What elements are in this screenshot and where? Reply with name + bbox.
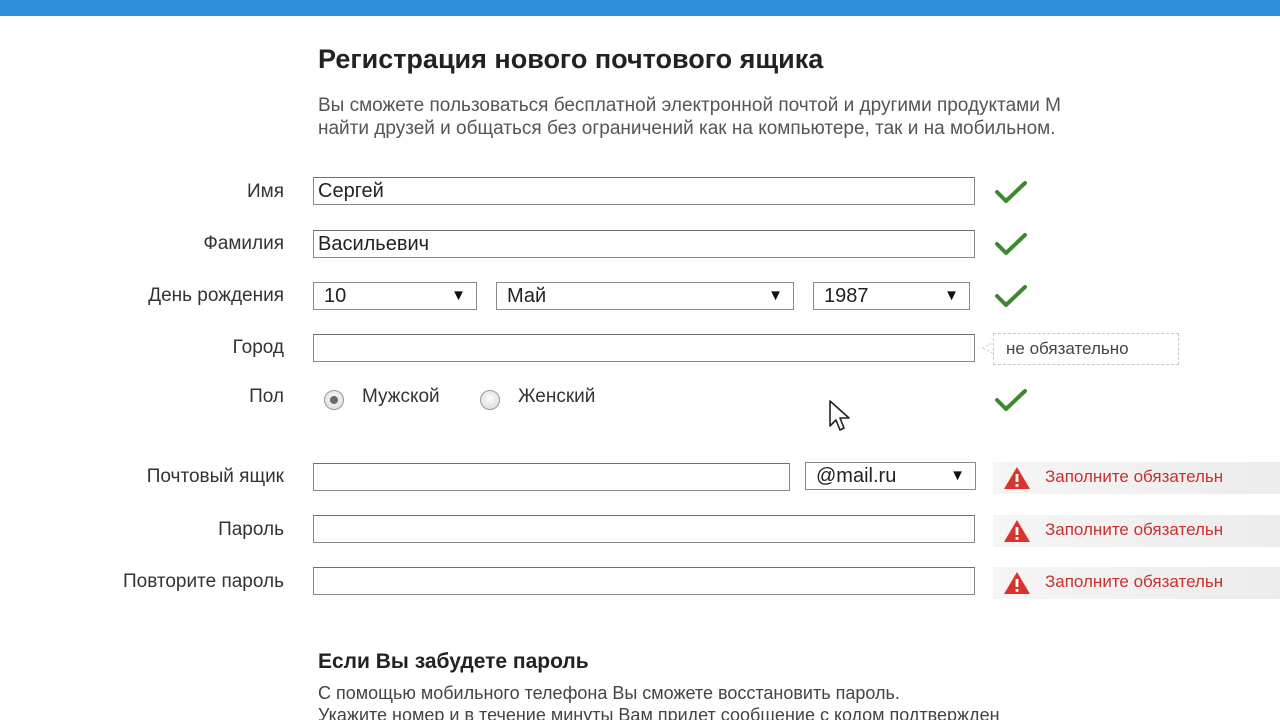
mouse-cursor-icon (829, 400, 850, 431)
password-input[interactable] (313, 515, 975, 543)
recovery-text-line-2: Укажите номер и в течение минуты Вам при… (318, 705, 1000, 720)
mailbox-error: Заполните обязательн (993, 462, 1280, 494)
checkmark-icon (995, 285, 1027, 307)
triangle-down-icon: ▼ (944, 287, 959, 304)
recovery-title: Если Вы забудете пароль (318, 650, 589, 673)
recovery-text-line-1: С помощью мобильного телефона Вы сможете… (318, 683, 900, 703)
password-repeat-error: Заполните обязательн (993, 567, 1280, 599)
optional-hint: не обязательно (993, 333, 1179, 365)
birthday-year-select[interactable]: 1987 ▼ (813, 282, 970, 310)
gender-radio-group: Мужской Женский (324, 384, 644, 412)
intro-text: Вы сможете пользоваться бесплатной элект… (318, 94, 1280, 140)
birthday-day-value: 10 (324, 285, 347, 307)
triangle-down-icon: ▼ (768, 287, 783, 304)
checkmark-icon (995, 181, 1027, 203)
first-name-label: Имя (246, 181, 284, 202)
intro-line-2: найти друзей и общаться без ограничений … (318, 118, 1056, 139)
gender-female-label[interactable]: Женский (518, 386, 595, 408)
mail-domain-select[interactable]: @mail.ru ▼ (805, 462, 976, 490)
password-error: Заполните обязательн (993, 515, 1280, 547)
city-input[interactable] (313, 334, 975, 362)
checkmark-icon (995, 233, 1027, 255)
birthday-month-select[interactable]: Май ▼ (496, 282, 794, 310)
triangle-down-icon: ▼ (451, 287, 466, 304)
mail-domain-value: @mail.ru (816, 465, 897, 487)
gender-female-radio[interactable] (480, 390, 500, 410)
warning-icon (1004, 467, 1030, 489)
password-repeat-input[interactable] (313, 567, 975, 595)
gender-label: Пол (249, 386, 284, 407)
gender-male-label[interactable]: Мужской (362, 386, 440, 408)
registration-page: Регистрация нового почтового ящика Вы см… (0, 0, 1280, 720)
birthday-year-value: 1987 (824, 285, 869, 307)
birthday-day-select[interactable]: 10 ▼ (313, 282, 477, 310)
mailbox-error-text: Заполните обязательн (1045, 467, 1224, 486)
warning-icon (1004, 572, 1030, 594)
city-label: Город (232, 337, 284, 358)
password-error-text: Заполните обязательн (1045, 520, 1224, 539)
recovery-text: С помощью мобильного телефона Вы сможете… (318, 682, 1280, 720)
last-name-label: Фамилия (203, 233, 284, 254)
last-name-input[interactable] (313, 230, 975, 258)
birthday-label: День рождения (148, 285, 284, 306)
top-accent-bar (0, 0, 1280, 16)
warning-icon (1004, 520, 1030, 542)
triangle-down-icon: ▼ (950, 467, 965, 484)
password-label: Пароль (218, 519, 284, 540)
mailbox-input[interactable] (313, 463, 790, 491)
checkmark-icon (995, 389, 1027, 411)
password-repeat-error-text: Заполните обязательн (1045, 572, 1224, 591)
gender-male-radio[interactable] (324, 390, 344, 410)
password-repeat-label: Повторите пароль (122, 571, 284, 592)
page-title: Регистрация нового почтового ящика (318, 44, 824, 74)
birthday-month-value: Май (507, 285, 547, 307)
mailbox-label: Почтовый ящик (146, 466, 284, 487)
intro-line-1: Вы сможете пользоваться бесплатной элект… (318, 95, 1061, 116)
first-name-input[interactable] (313, 177, 975, 205)
